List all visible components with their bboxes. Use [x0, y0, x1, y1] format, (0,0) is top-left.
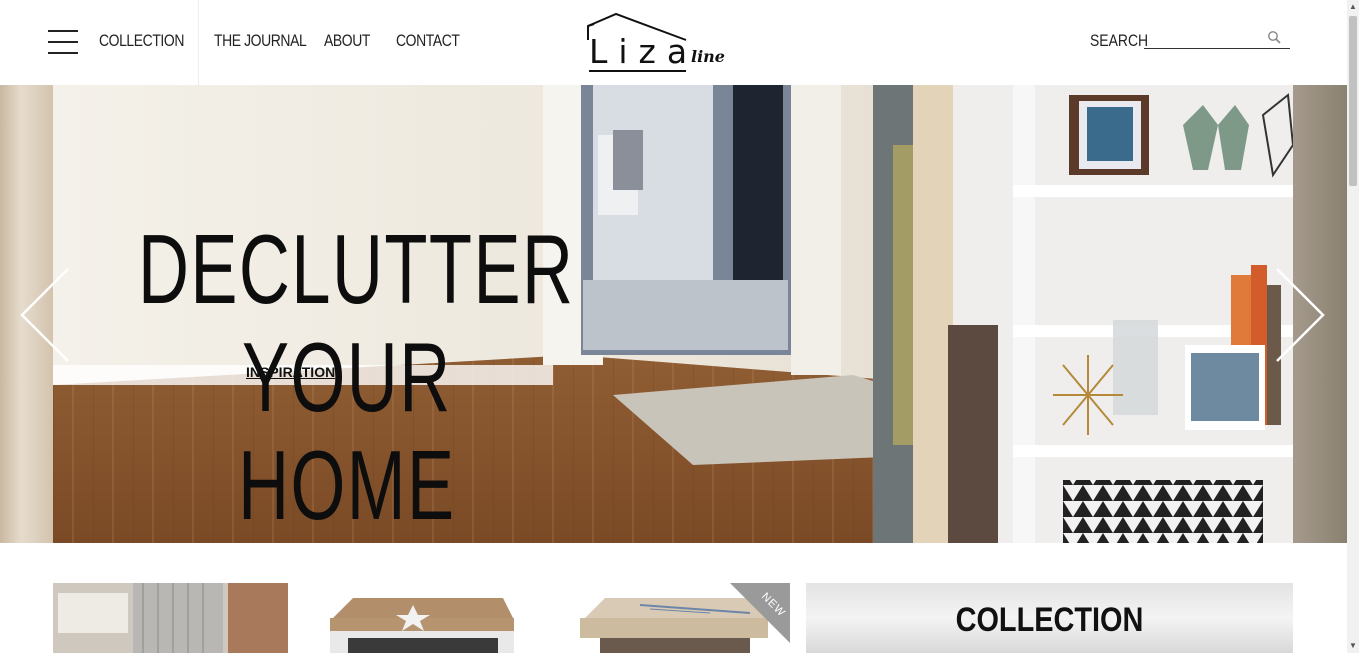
hero-title-line-2: YOUR HOME — [238, 322, 456, 540]
collection-tile[interactable]: COLLECTION — [806, 583, 1293, 653]
scroll-down-icon[interactable]: ▼ — [1347, 639, 1359, 653]
product-image-star-ottoman — [330, 598, 514, 653]
nav-contact[interactable]: CONTACT — [396, 31, 460, 51]
arrow-left-icon[interactable] — [20, 267, 70, 363]
hero-title: DECLUTTER YOUR HOME — [138, 214, 575, 540]
new-badge: NEW — [730, 583, 790, 643]
product-card-shelving[interactable] — [53, 583, 288, 653]
search-label: SEARCH — [1090, 31, 1149, 50]
nav-collection[interactable]: COLLECTION — [99, 31, 184, 51]
hero-slide: DECLUTTER YOUR HOME INSPIRATION — [53, 85, 1293, 543]
collection-tile-label: COLLECTION — [955, 601, 1144, 639]
logo-underline — [589, 70, 686, 72]
logo-main-text: Liza — [589, 32, 699, 71]
site-logo[interactable]: Liza line — [586, 12, 726, 74]
site-header: COLLECTION THE JOURNAL ABOUT CONTACT Liz… — [0, 0, 1347, 85]
nav-divider — [198, 0, 199, 85]
menu-icon[interactable] — [48, 30, 78, 54]
inspiration-link[interactable]: INSPIRATION — [246, 364, 335, 380]
scroll-up-icon[interactable]: ▲ — [1347, 0, 1359, 14]
product-image-shelving — [53, 583, 288, 653]
product-card-star-ottoman[interactable] — [308, 583, 538, 653]
arrow-right-icon[interactable] — [1275, 267, 1325, 363]
logo-sub-text: line — [691, 47, 725, 66]
nav-the-journal[interactable]: THE JOURNAL — [214, 31, 307, 51]
search-icon[interactable] — [1267, 30, 1281, 44]
product-card-ottoman-new[interactable]: NEW — [560, 583, 790, 653]
nav-about[interactable]: ABOUT — [324, 31, 370, 51]
hero-title-line-1: DECLUTTER — [138, 214, 575, 324]
page-scrollbar[interactable]: ▲ ▼ — [1347, 0, 1359, 653]
scroll-thumb[interactable] — [1349, 16, 1357, 186]
